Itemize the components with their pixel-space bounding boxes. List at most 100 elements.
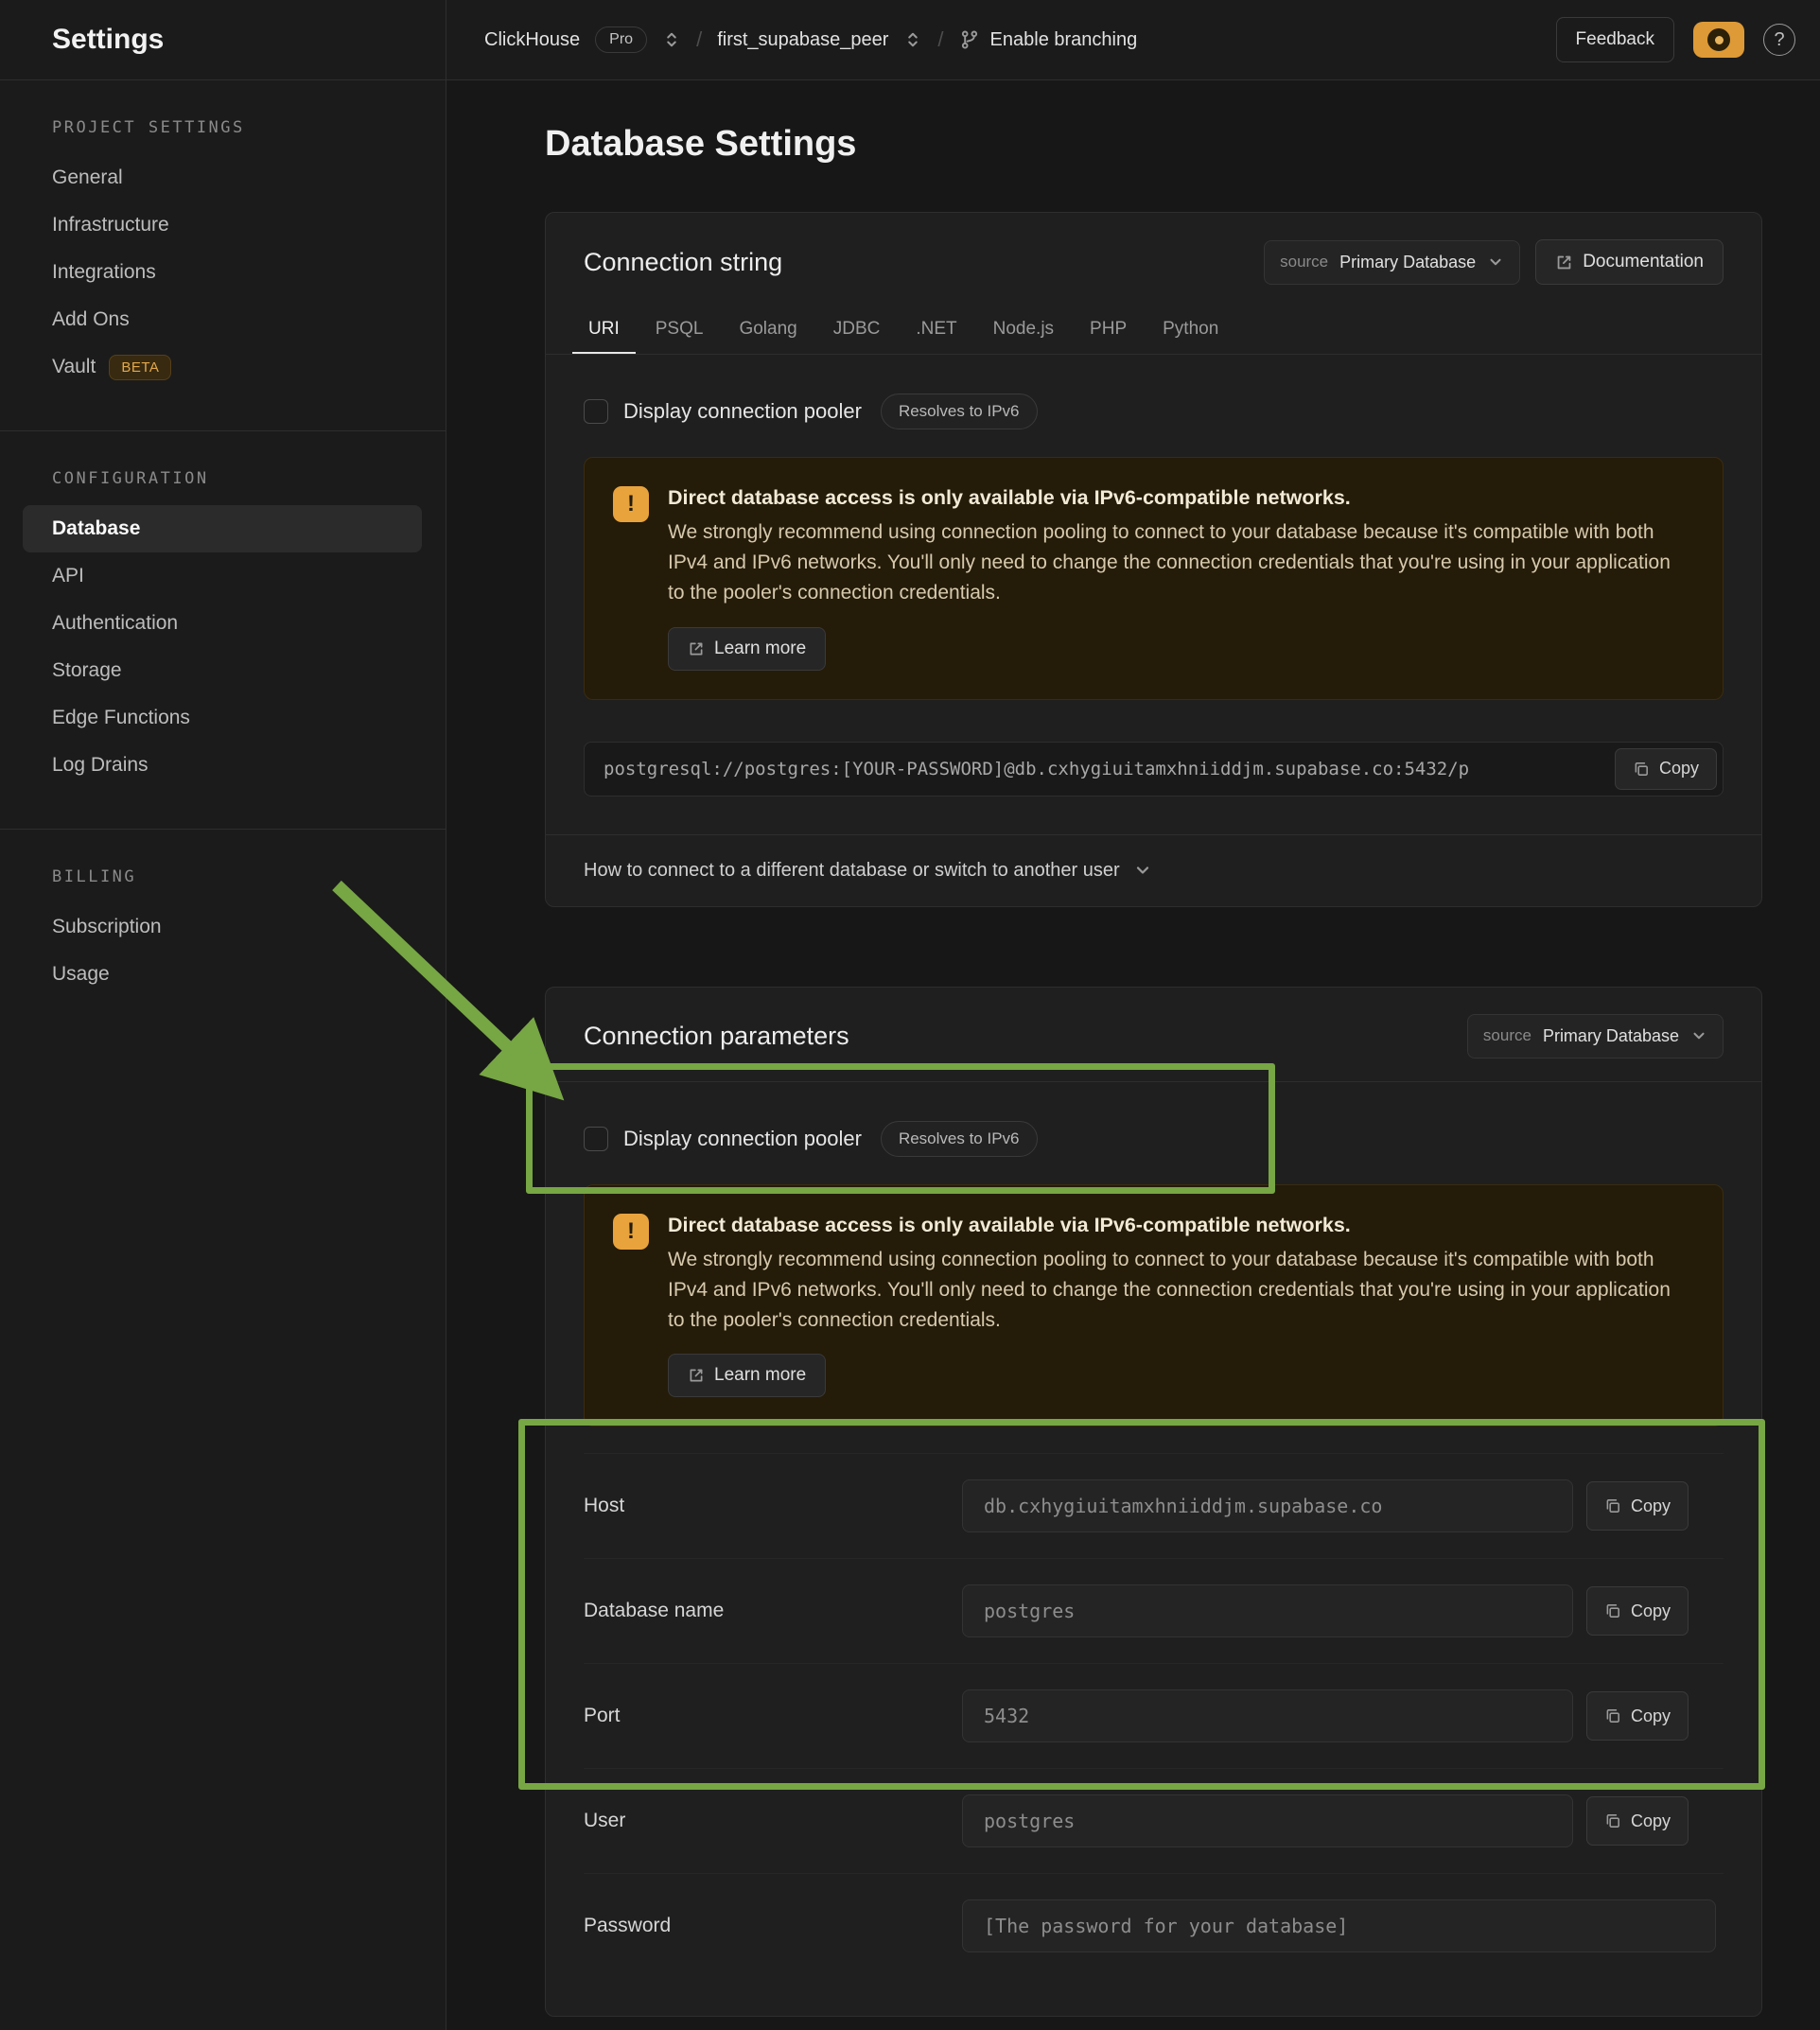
user-input[interactable]: postgres: [962, 1794, 1573, 1847]
source-select[interactable]: source Primary Database: [1264, 240, 1520, 285]
main-content: Database Settings Connection string sour…: [446, 80, 1820, 2030]
feedback-button[interactable]: Feedback: [1556, 17, 1674, 62]
port-label: Port: [584, 1705, 962, 1727]
sidebar-nav-configuration: Database API Authentication Storage Edge…: [0, 505, 446, 789]
host-label: Host: [584, 1495, 962, 1517]
sidebar-item-subscription[interactable]: Subscription: [23, 903, 422, 951]
tab-dotnet[interactable]: .NET: [900, 306, 972, 354]
documentation-button[interactable]: Documentation: [1535, 239, 1724, 285]
sidebar-item-edge-functions[interactable]: Edge Functions: [23, 694, 422, 742]
sidebar-item-authentication[interactable]: Authentication: [23, 600, 422, 647]
sidebar-nav-project-settings: General Infrastructure Integrations Add …: [0, 154, 446, 391]
settings-title: Settings: [52, 24, 164, 56]
field-row-host: Host db.cxhygiuitamxhniiddjm.supabase.co…: [584, 1454, 1724, 1559]
copy-label: Copy: [1631, 1706, 1671, 1726]
connection-parameters-body: Display connection pooler Resolves to IP…: [546, 1082, 1761, 2017]
connection-string-tabs: URI PSQL Golang JDBC .NET Node.js PHP Py…: [546, 307, 1761, 355]
git-branch-icon: [959, 29, 980, 50]
learn-more-button[interactable]: Learn more: [668, 1354, 826, 1397]
warning-content: Direct database access is only available…: [668, 486, 1694, 671]
field-row-password: Password [The password for your database…: [584, 1874, 1724, 1978]
warning-title: Direct database access is only available…: [668, 1214, 1694, 1237]
pooler-label: Display connection pooler: [623, 399, 862, 424]
sidebar-divider: [0, 430, 446, 431]
learn-more-label: Learn more: [714, 639, 806, 659]
sidebar-item-vault[interactable]: Vault BETA: [23, 343, 422, 391]
tab-python[interactable]: Python: [1146, 306, 1234, 354]
sidebar-item-add-ons[interactable]: Add Ons: [23, 296, 422, 343]
breadcrumb-separator: /: [696, 27, 702, 52]
pooler-row: Display connection pooler Resolves to IP…: [584, 393, 1724, 430]
sidebar-item-api[interactable]: API: [23, 552, 422, 600]
enable-branching-label: Enable branching: [990, 29, 1138, 51]
tab-golang[interactable]: Golang: [723, 306, 813, 354]
ipv6-warning: ! Direct database access is only availab…: [584, 1184, 1724, 1427]
connection-string-body: Display connection pooler Resolves to IP…: [546, 355, 1761, 834]
field-row-user: User postgres Copy: [584, 1769, 1724, 1874]
avatar-emblem-icon: [1707, 28, 1730, 51]
org-name[interactable]: ClickHouse: [484, 29, 580, 51]
copy-port-button[interactable]: Copy: [1586, 1691, 1689, 1741]
tab-php[interactable]: PHP: [1074, 306, 1143, 354]
chevron-down-icon: [1133, 861, 1152, 880]
source-select[interactable]: source Primary Database: [1467, 1014, 1724, 1059]
sidebar: PROJECT SETTINGS General Infrastructure …: [0, 80, 446, 2030]
display-connection-pooler-checkbox[interactable]: [584, 399, 608, 424]
topbar-main: ClickHouse Pro / first_supabase_peer / E…: [446, 0, 1820, 79]
org-switcher-icon[interactable]: [662, 30, 681, 49]
connection-parameters-header: Connection parameters source Primary Dat…: [546, 988, 1761, 1082]
copy-database-name-button[interactable]: Copy: [1586, 1586, 1689, 1636]
topbar: Settings ClickHouse Pro / first_supabase…: [0, 0, 1820, 80]
sidebar-item-usage[interactable]: Usage: [23, 951, 422, 998]
topbar-settings-area: Settings: [0, 0, 446, 79]
project-switcher-icon[interactable]: [903, 30, 922, 49]
external-link-icon: [688, 1367, 705, 1384]
warning-title: Direct database access is only available…: [668, 486, 1694, 510]
project-name[interactable]: first_supabase_peer: [717, 29, 888, 51]
copy-label: Copy: [1631, 1496, 1671, 1516]
copy-icon: [1604, 1812, 1621, 1829]
copy-icon: [1604, 1707, 1621, 1724]
account-avatar[interactable]: [1693, 22, 1744, 58]
copy-uri-button[interactable]: Copy: [1615, 748, 1717, 790]
copy-user-button[interactable]: Copy: [1586, 1796, 1689, 1846]
database-name-input[interactable]: postgres: [962, 1584, 1573, 1637]
host-input[interactable]: db.cxhygiuitamxhniiddjm.supabase.co: [962, 1479, 1573, 1532]
chevron-down-icon: [1487, 254, 1504, 271]
copy-label: Copy: [1659, 759, 1699, 779]
source-select-value: Primary Database: [1543, 1026, 1679, 1046]
source-select-label: source: [1280, 253, 1328, 271]
sidebar-item-infrastructure[interactable]: Infrastructure: [23, 201, 422, 249]
page-layout: PROJECT SETTINGS General Infrastructure …: [0, 80, 1820, 2030]
sidebar-item-log-drains[interactable]: Log Drains: [23, 742, 422, 789]
sidebar-item-database[interactable]: Database: [23, 505, 422, 552]
copy-label: Copy: [1631, 1601, 1671, 1621]
learn-more-label: Learn more: [714, 1365, 806, 1386]
connection-help-toggle[interactable]: How to connect to a different database o…: [546, 834, 1761, 906]
section-heading-billing: BILLING: [0, 867, 446, 903]
copy-icon: [1604, 1497, 1621, 1514]
alert-icon: !: [613, 486, 649, 522]
sidebar-item-storage[interactable]: Storage: [23, 647, 422, 694]
connection-parameters-actions: source Primary Database: [1467, 1014, 1724, 1059]
sidebar-item-general[interactable]: General: [23, 154, 422, 201]
help-icon[interactable]: ?: [1763, 24, 1795, 56]
connection-string-title: Connection string: [584, 248, 782, 277]
display-connection-pooler-checkbox[interactable]: [584, 1127, 608, 1151]
enable-branching-button[interactable]: Enable branching: [959, 29, 1138, 51]
tab-nodejs[interactable]: Node.js: [977, 306, 1070, 354]
host-value: db.cxhygiuitamxhniiddjm.supabase.co: [984, 1495, 1382, 1517]
learn-more-button[interactable]: Learn more: [668, 627, 826, 671]
warning-body: We strongly recommend using connection p…: [668, 1245, 1671, 1336]
tab-uri[interactable]: URI: [572, 306, 636, 354]
alert-icon: !: [613, 1214, 649, 1250]
password-input[interactable]: [The password for your database]: [962, 1899, 1716, 1952]
connection-uri-input[interactable]: postgresql://postgres:[YOUR-PASSWORD]@db…: [584, 742, 1724, 796]
copy-host-button[interactable]: Copy: [1586, 1481, 1689, 1531]
app-window: Settings ClickHouse Pro / first_supabase…: [0, 0, 1820, 2030]
beta-badge: BETA: [109, 355, 171, 380]
sidebar-item-integrations[interactable]: Integrations: [23, 249, 422, 296]
tab-jdbc[interactable]: JDBC: [817, 306, 897, 354]
tab-psql[interactable]: PSQL: [639, 306, 720, 354]
port-input[interactable]: 5432: [962, 1689, 1573, 1742]
